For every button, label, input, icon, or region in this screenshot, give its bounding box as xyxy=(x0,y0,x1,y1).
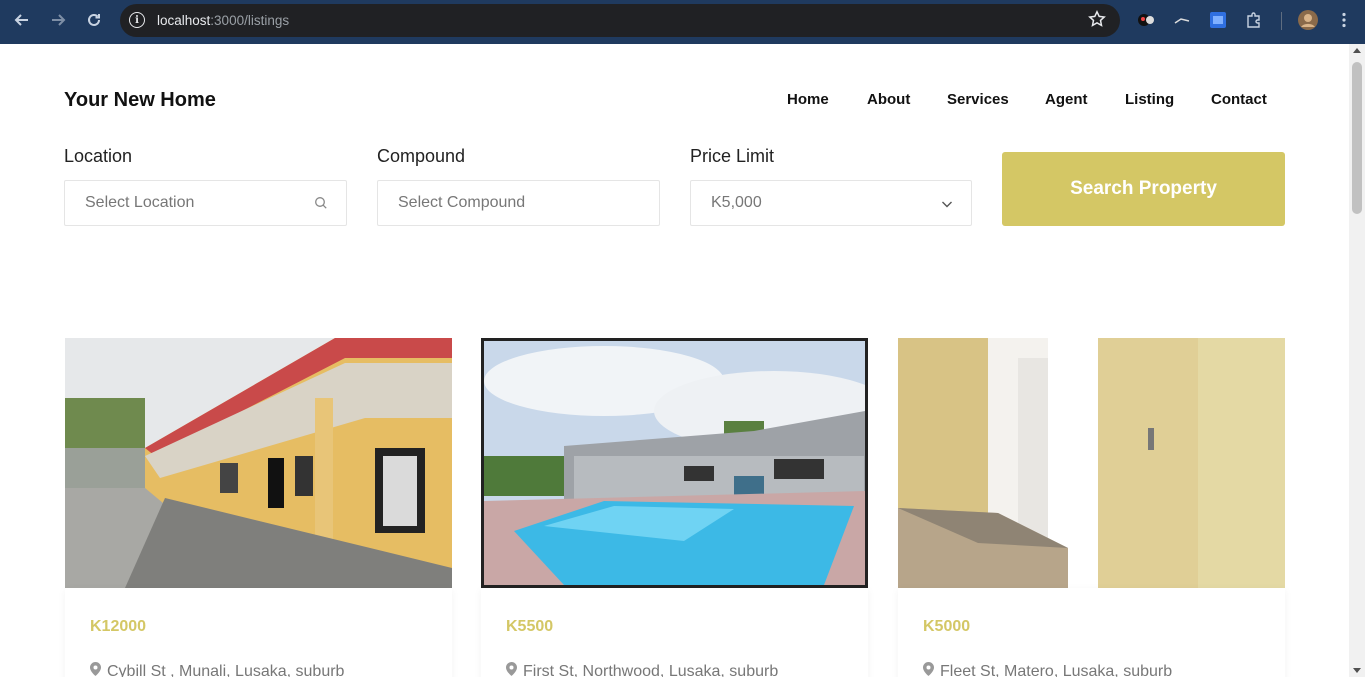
scroll-up-icon[interactable] xyxy=(1353,48,1361,53)
address-bar[interactable]: i localhost:3000/listings xyxy=(120,4,1120,37)
toolbar-divider xyxy=(1281,12,1282,30)
menu-kebab-icon[interactable] xyxy=(1334,10,1354,30)
site-info-icon[interactable]: i xyxy=(129,12,145,28)
extension-icon[interactable] xyxy=(1136,10,1156,30)
listing-address: Cybill St , Munali, Lusaka, suburb xyxy=(90,662,344,677)
compound-label: Compound xyxy=(377,146,466,166)
site-brand[interactable]: Your New Home xyxy=(64,89,216,112)
price-limit-select[interactable]: K5,000 xyxy=(690,180,972,226)
avatar[interactable] xyxy=(1298,10,1318,30)
browser-toolbar: i localhost:3000/listings xyxy=(0,0,1365,44)
listing-photo[interactable] xyxy=(481,338,868,588)
map-pin-icon xyxy=(90,662,101,677)
reload-icon[interactable] xyxy=(82,8,106,32)
location-label: Location xyxy=(64,146,133,166)
location-input[interactable]: Select Location xyxy=(64,180,347,226)
page-scrollbar[interactable] xyxy=(1349,44,1365,677)
price-limit-label: Price Limit xyxy=(690,146,775,166)
search-property-button[interactable]: Search Property xyxy=(1002,152,1285,226)
listing-address-text: First St, Northwood, Lusaka, suburb xyxy=(523,662,779,677)
back-icon[interactable] xyxy=(10,8,34,32)
listing-photo[interactable] xyxy=(898,338,1285,588)
nav-contact[interactable]: Contact xyxy=(1211,91,1267,108)
listing-price: K5000 xyxy=(923,618,971,635)
forward-icon[interactable] xyxy=(46,8,70,32)
listing-price: K12000 xyxy=(90,618,147,635)
compound-placeholder: Select Compound xyxy=(398,194,526,211)
listing-price: K5500 xyxy=(506,618,554,635)
listing-photo[interactable] xyxy=(65,338,452,588)
search-icon xyxy=(314,196,328,215)
scrollbar-thumb[interactable] xyxy=(1352,62,1362,214)
nav-about[interactable]: About xyxy=(867,91,910,108)
listing-details: K5000 Fleet St, Matero, Lusaka, suburb xyxy=(898,588,1285,677)
nav-agent[interactable]: Agent xyxy=(1045,91,1088,108)
listing-details: K12000 Cybill St , Munali, Lusaka, subur… xyxy=(65,588,452,677)
location-placeholder: Select Location xyxy=(85,194,195,211)
listing-address-text: Cybill St , Munali, Lusaka, suburb xyxy=(107,662,345,677)
nav-services[interactable]: Services xyxy=(947,91,1009,108)
price-limit-value: K5,000 xyxy=(711,194,762,211)
puzzle-icon[interactable] xyxy=(1244,10,1264,30)
map-pin-icon xyxy=(923,662,934,677)
extension-icon[interactable] xyxy=(1208,10,1228,30)
nav-listing[interactable]: Listing xyxy=(1125,91,1174,108)
page-content: Your New Home Home About Services Agent … xyxy=(0,44,1349,677)
listing-address: First St, Northwood, Lusaka, suburb xyxy=(506,662,778,677)
bookmark-star-icon[interactable] xyxy=(1088,10,1106,33)
extension-icon[interactable] xyxy=(1172,10,1192,30)
nav-home[interactable]: Home xyxy=(787,91,829,108)
listing-address-text: Fleet St, Matero, Lusaka, suburb xyxy=(940,662,1173,677)
listing-details: K5500 First St, Northwood, Lusaka, subur… xyxy=(481,588,868,677)
compound-input[interactable]: Select Compound xyxy=(377,180,660,226)
map-pin-icon xyxy=(506,662,517,677)
url-text[interactable]: localhost:3000/listings xyxy=(157,13,289,28)
scroll-down-icon[interactable] xyxy=(1353,668,1361,673)
chevron-down-icon xyxy=(941,197,953,215)
listing-address: Fleet St, Matero, Lusaka, suburb xyxy=(923,662,1172,677)
